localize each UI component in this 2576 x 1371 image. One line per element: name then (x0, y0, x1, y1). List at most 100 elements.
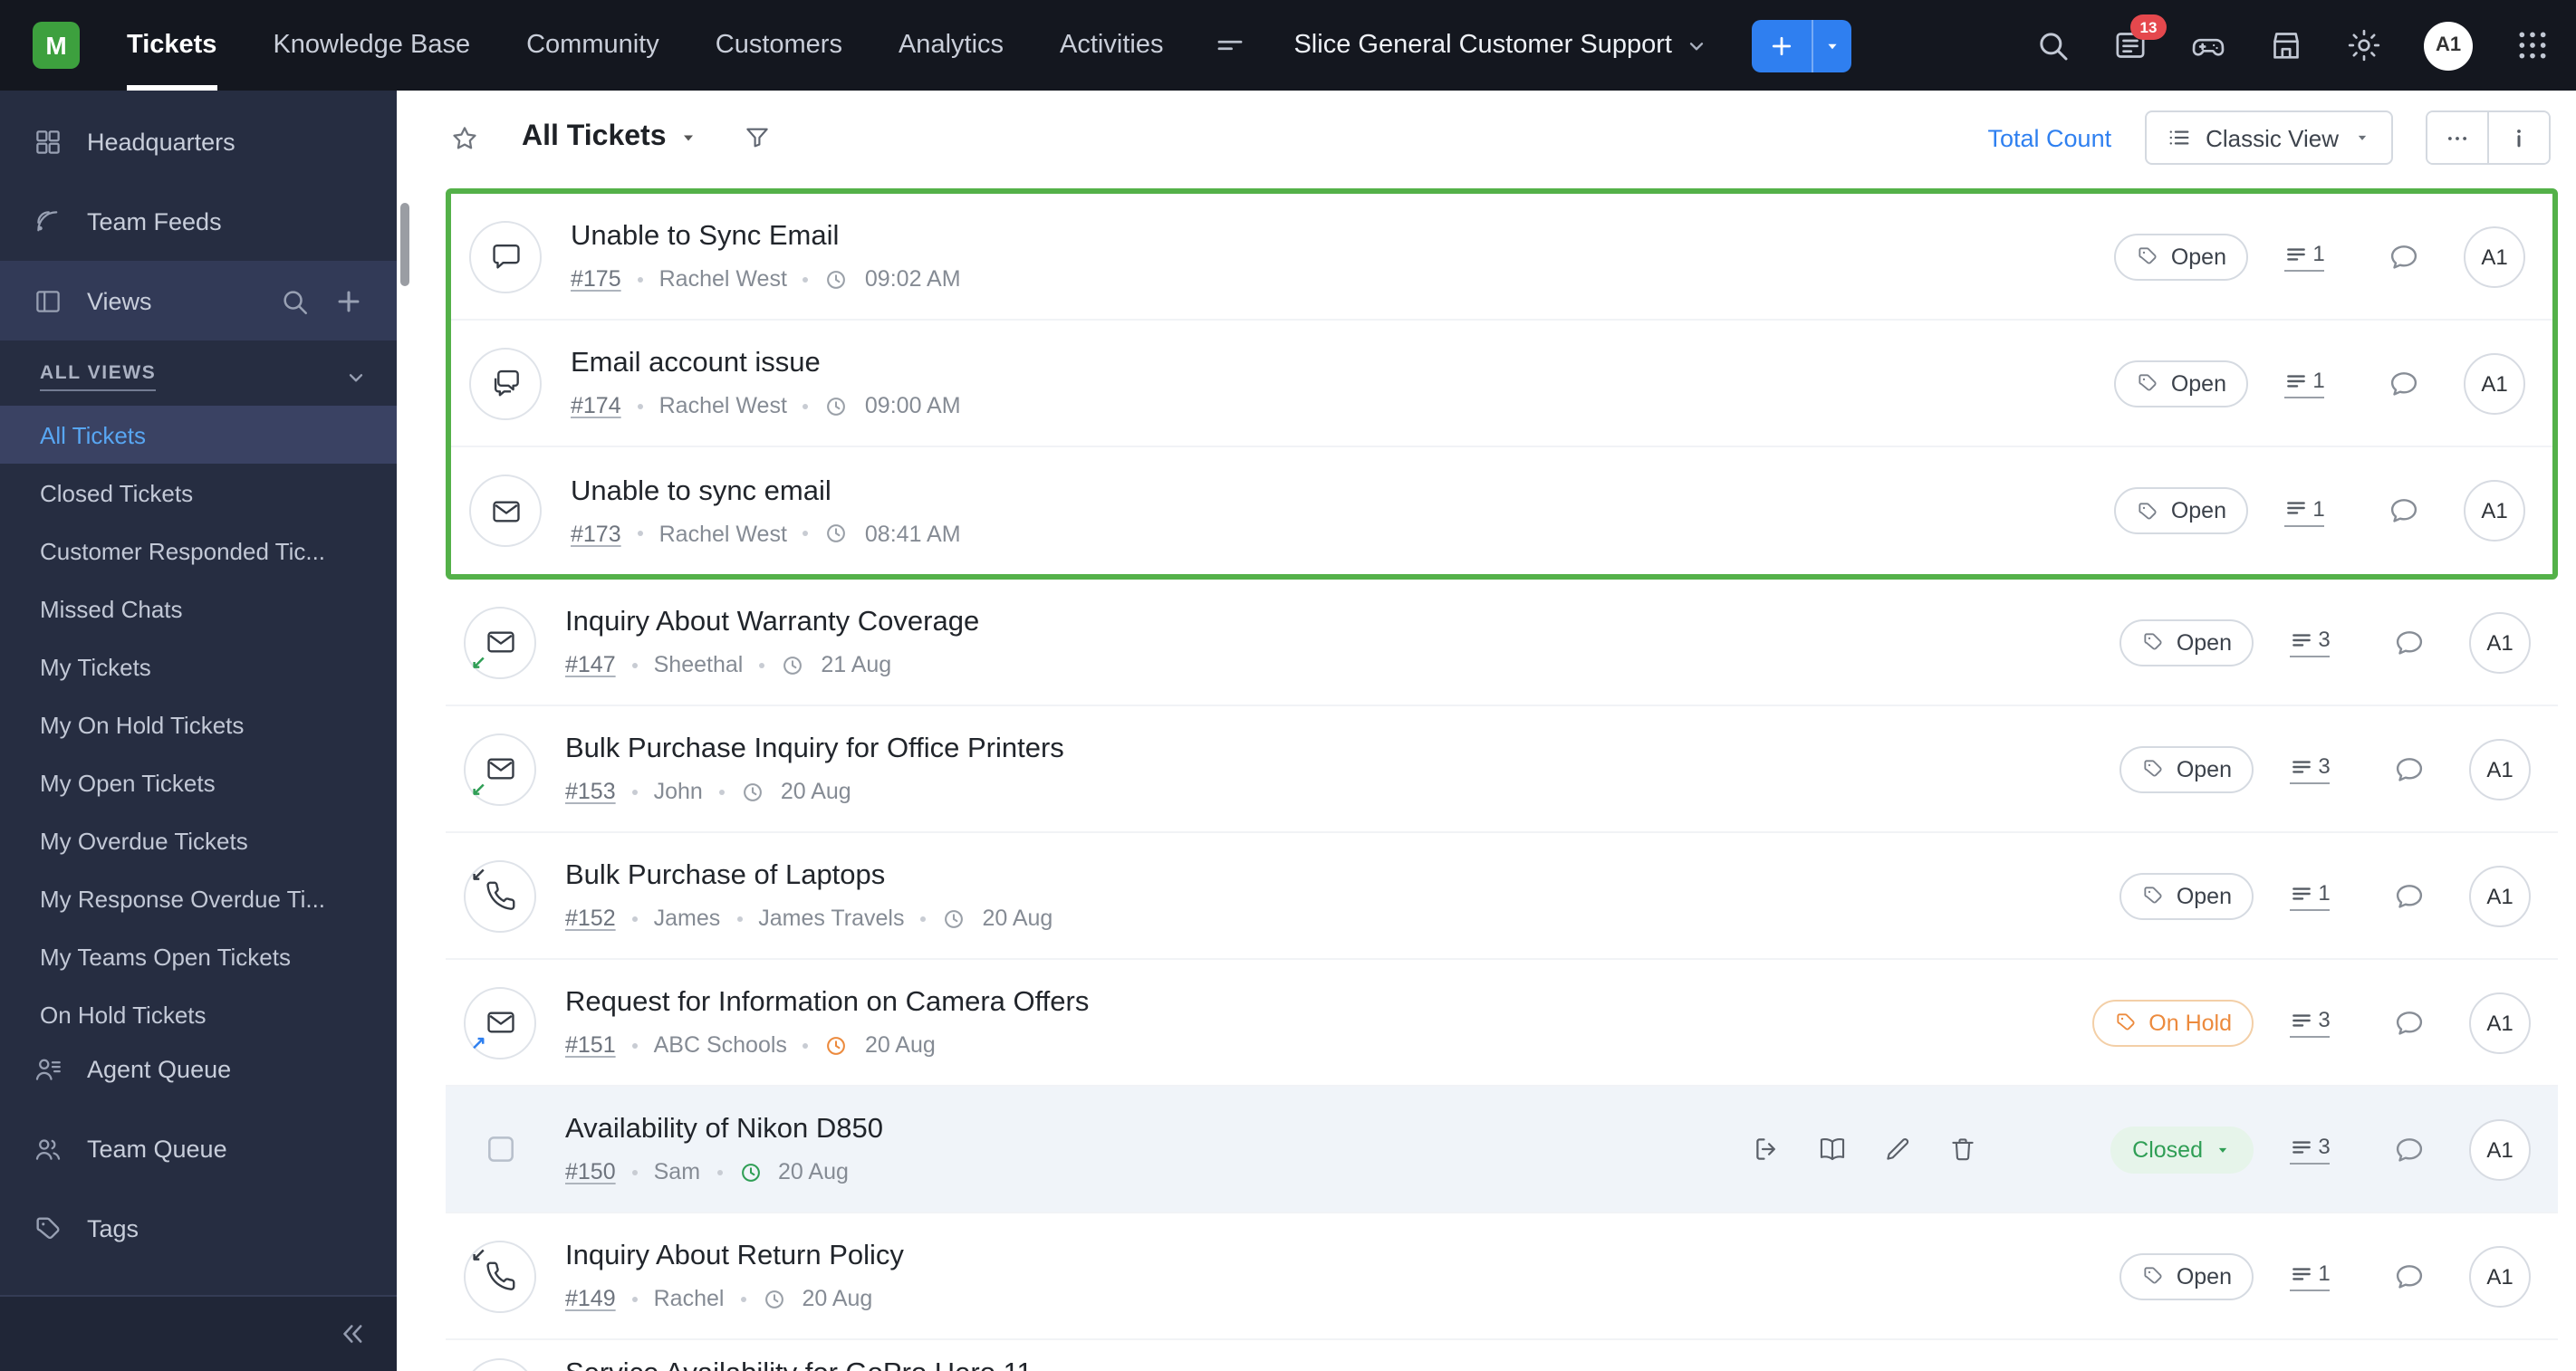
nav-item-activities[interactable]: Activities (1060, 0, 1163, 91)
search-views-icon[interactable] (279, 285, 310, 316)
thread-count[interactable]: 1 (2254, 880, 2366, 911)
status-badge[interactable]: Open (2114, 487, 2248, 534)
ticket-id[interactable]: #174 (571, 393, 621, 418)
ticket-contact[interactable]: Rachel West (659, 521, 787, 546)
ticket-subject[interactable]: Inquiry About Return Policy (565, 1241, 2025, 1273)
recent-items-icon[interactable] (1214, 29, 1246, 62)
marketplace-icon[interactable] (2268, 27, 2304, 63)
thread-count[interactable]: 3 (2254, 627, 2366, 657)
apps-grid-icon[interactable] (2514, 27, 2551, 63)
sidebar-item-tags[interactable]: Tags (0, 1188, 397, 1268)
ticket-id[interactable]: #151 (565, 1032, 616, 1058)
assignee-avatar[interactable]: A1 (2469, 992, 2531, 1053)
ticket-subject[interactable]: Availability of Nikon D850 (565, 1114, 1752, 1146)
ticket-contact[interactable]: Sam (654, 1159, 700, 1184)
comment-icon[interactable] (2388, 494, 2420, 527)
ticket-row[interactable]: Unable to sync email #173 Rachel West 08:41… (451, 447, 2552, 574)
view-title-dropdown[interactable]: All Tickets (522, 121, 699, 154)
nav-item-customers[interactable]: Customers (716, 0, 842, 91)
comment-icon[interactable] (2393, 879, 2426, 912)
collapse-sidebar-icon[interactable] (337, 1318, 368, 1349)
ticket-subject[interactable]: Bulk Purchase Inquiry for Office Printer… (565, 733, 2025, 766)
comment-icon[interactable] (2393, 1260, 2426, 1292)
add-ticket-menu-button[interactable] (1811, 19, 1851, 72)
ticket-row[interactable]: ↙ Inquiry About Warranty Coverage #147 Shee… (446, 580, 2558, 706)
article-icon[interactable] (1817, 1134, 1848, 1165)
sidebar-item-team-queue[interactable]: Team Queue (0, 1108, 397, 1188)
assignee-avatar[interactable]: A1 (2469, 1245, 2531, 1307)
ticket-subject[interactable]: Inquiry About Warranty Coverage (565, 607, 2025, 639)
thread-count[interactable]: 3 (2254, 1134, 2366, 1165)
gamescope-icon[interactable] (2190, 27, 2226, 63)
ticket-subject[interactable]: Unable to sync email (571, 475, 2020, 508)
comment-icon[interactable] (2393, 1006, 2426, 1039)
sidebar-item-headquarters[interactable]: Headquarters (0, 101, 397, 181)
ticket-row[interactable]: Unable to Sync Email #175 Rachel West 09:02… (451, 194, 2552, 321)
ticket-id[interactable]: #147 (565, 652, 616, 677)
ticket-id[interactable]: #150 (565, 1159, 616, 1184)
ticket-id[interactable]: #175 (571, 266, 621, 292)
view-item-customer-responded-tic-[interactable]: Customer Responded Tic... (0, 522, 397, 580)
ticket-contact[interactable]: ABC Schools (654, 1032, 787, 1058)
assignee-avatar[interactable]: A1 (2469, 865, 2531, 926)
status-badge[interactable]: Open (2119, 872, 2254, 919)
ticket-row[interactable]: ↗ Request for Information on Camera Offer… (446, 960, 2558, 1087)
assignee-avatar[interactable]: A1 (2464, 352, 2525, 414)
view-item-missed-chats[interactable]: Missed Chats (0, 580, 397, 638)
ticket-row[interactable]: ↙ Inquiry About Return Policy #149 Rachel 20… (446, 1213, 2558, 1340)
ticket-contact[interactable]: Rachel West (659, 393, 787, 418)
delete-icon[interactable] (1947, 1134, 1978, 1165)
app-logo[interactable]: M (33, 22, 80, 69)
assignee-avatar[interactable]: A1 (2469, 1118, 2531, 1180)
status-badge[interactable]: Open (2119, 745, 2254, 792)
sidebar-item-agent-queue[interactable]: Agent Queue (0, 1029, 397, 1108)
status-badge[interactable]: On Hold (2092, 999, 2254, 1046)
nav-item-analytics[interactable]: Analytics (899, 0, 1004, 91)
comment-icon[interactable] (2388, 240, 2420, 273)
comment-icon[interactable] (2393, 753, 2426, 785)
nav-item-community[interactable]: Community (526, 0, 659, 91)
nav-item-knowledge-base[interactable]: Knowledge Base (273, 0, 470, 91)
status-badge[interactable]: Open (2114, 360, 2248, 407)
ticket-contact[interactable]: James (654, 906, 721, 931)
view-item-my-teams-open-tickets[interactable]: My Teams Open Tickets (0, 927, 397, 985)
thread-count[interactable]: 1 (2248, 241, 2360, 272)
ticket-subject[interactable]: Service Availability for GoPro Hero 11 (565, 1358, 2547, 1371)
ticket-row[interactable]: ↙ Bulk Purchase of Laptops #152 James James … (446, 833, 2558, 960)
view-item-my-open-tickets[interactable]: My Open Tickets (0, 753, 397, 811)
assignee-avatar[interactable]: A1 (2464, 480, 2525, 542)
ticket-contact[interactable]: Sheethal (654, 652, 744, 677)
view-item-my-overdue-tickets[interactable]: My Overdue Tickets (0, 811, 397, 869)
ticket-contact[interactable]: Rachel (654, 1286, 725, 1311)
scrollbar-thumb[interactable] (400, 203, 409, 286)
status-badge[interactable]: Open (2119, 1252, 2254, 1299)
all-views-label[interactable]: ALL VIEWS (40, 362, 157, 391)
more-options-button[interactable] (2427, 112, 2487, 163)
ticket-id[interactable]: #149 (565, 1286, 616, 1311)
status-badge[interactable]: Open (2114, 233, 2248, 280)
assignee-avatar[interactable]: A1 (2469, 738, 2531, 800)
row-checkbox[interactable] (464, 1113, 536, 1185)
thread-count[interactable]: 1 (2248, 495, 2360, 526)
search-icon[interactable] (2034, 27, 2071, 63)
total-count-link[interactable]: Total Count (1988, 124, 2112, 151)
notifications-icon[interactable]: 13 (2112, 14, 2167, 63)
ticket-subject[interactable]: Bulk Purchase of Laptops (565, 860, 2025, 893)
user-avatar[interactable]: A1 (2424, 21, 2473, 70)
ticket-contact[interactable]: Rachel West (659, 266, 787, 292)
assignee-avatar[interactable]: A1 (2464, 225, 2525, 287)
ticket-contact[interactable]: John (654, 779, 703, 804)
sidebar-item-team-feeds[interactable]: Team Feeds (0, 181, 397, 261)
ticket-account[interactable]: James Travels (758, 906, 904, 931)
ticket-id[interactable]: #152 (565, 906, 616, 931)
thread-count[interactable]: 3 (2254, 1007, 2366, 1038)
view-item-my-on-hold-tickets[interactable]: My On Hold Tickets (0, 695, 397, 753)
ticket-subject[interactable]: Request for Information on Camera Offers (565, 987, 2025, 1020)
portal-selector[interactable]: Slice General Customer Support (1293, 31, 1708, 60)
status-badge[interactable]: Closed (2110, 1126, 2254, 1173)
view-item-my-response-overdue-ti-[interactable]: My Response Overdue Ti... (0, 869, 397, 927)
view-item-my-tickets[interactable]: My Tickets (0, 638, 397, 695)
thread-count[interactable]: 1 (2248, 368, 2360, 398)
view-mode-button[interactable]: Classic View (2144, 110, 2393, 165)
view-item-closed-tickets[interactable]: Closed Tickets (0, 464, 397, 522)
